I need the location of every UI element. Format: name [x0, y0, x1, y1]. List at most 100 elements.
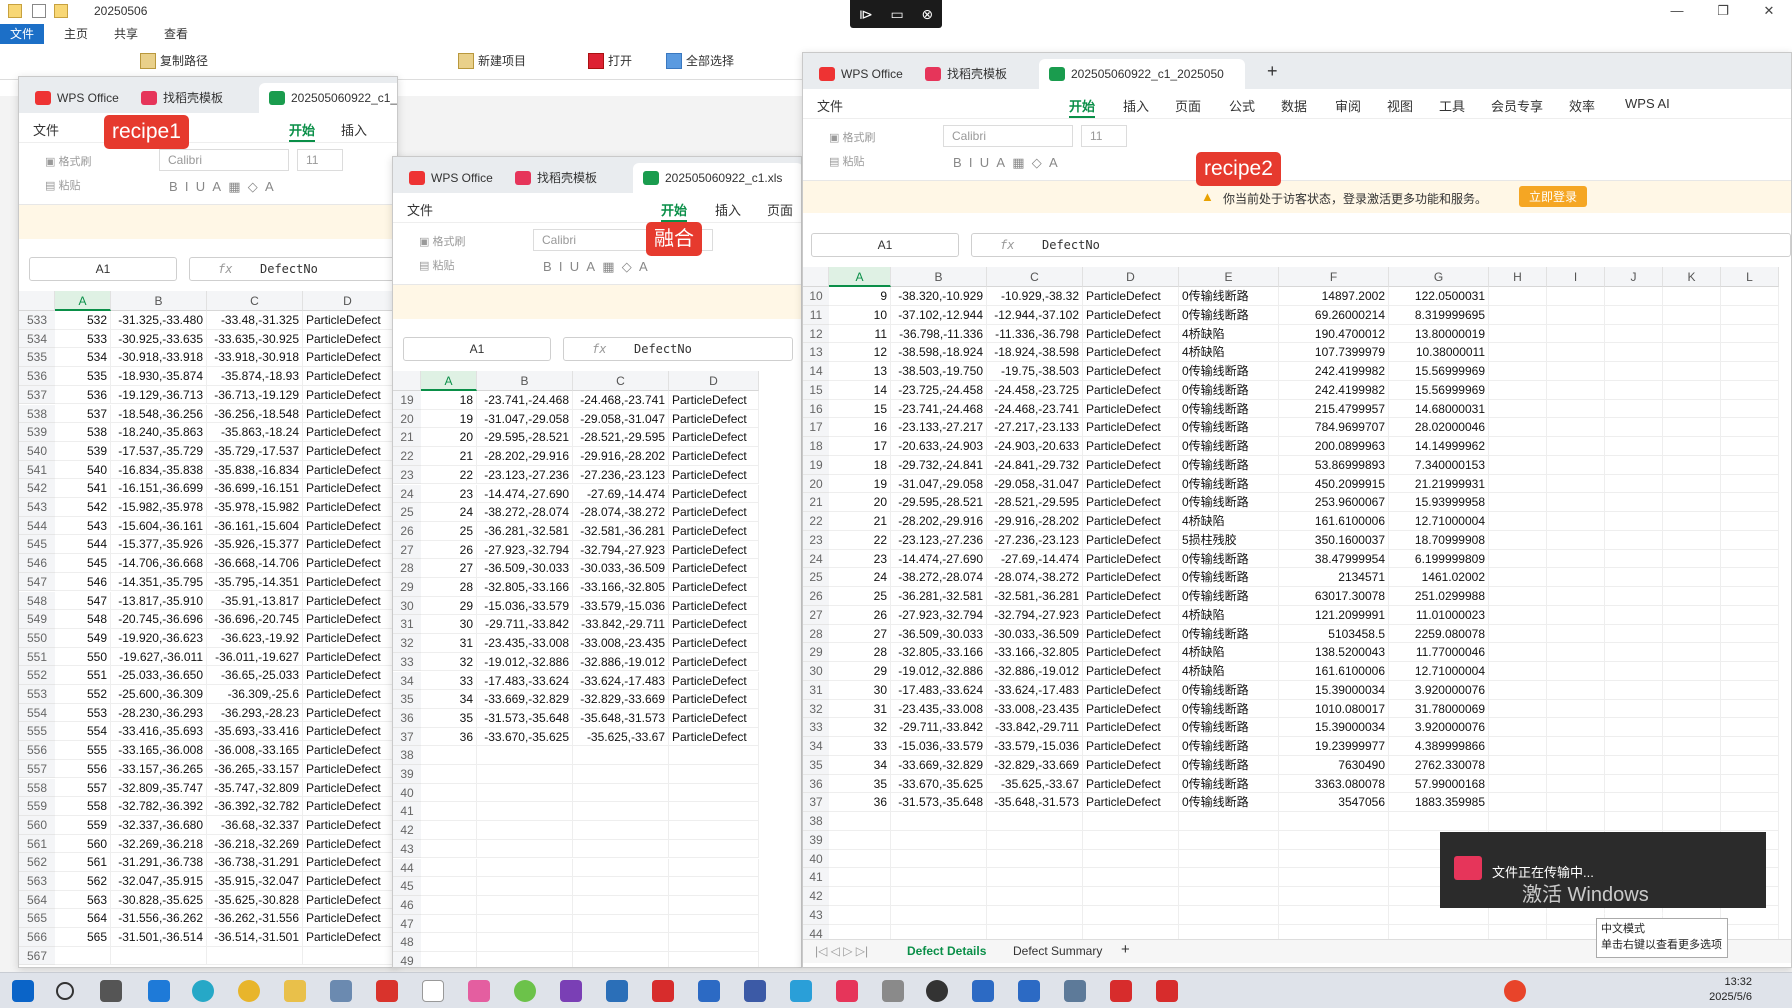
table-cell[interactable]: -35.874,-18.93	[207, 367, 303, 386]
row-header[interactable]: 13	[803, 343, 829, 362]
table-cell[interactable]: 556	[55, 759, 111, 779]
table-cell[interactable]	[1279, 887, 1389, 906]
table-cell[interactable]	[1721, 680, 1779, 700]
table-cell[interactable]	[1663, 624, 1721, 644]
table-cell[interactable]: ParticleDefect	[1083, 455, 1179, 475]
tab-file[interactable]: 文件	[0, 24, 45, 44]
table-cell[interactable]: ParticleDefect	[669, 484, 759, 504]
table-cell[interactable]	[1721, 418, 1779, 437]
table-cell[interactable]: -29.595,-28.521	[477, 428, 573, 448]
table-cell[interactable]	[669, 839, 759, 859]
row-header[interactable]: 15	[803, 380, 829, 400]
table-cell[interactable]	[669, 952, 759, 967]
table-cell[interactable]: 14.14999962	[1389, 437, 1489, 456]
table-cell[interactable]: -29.595,-28.521	[891, 493, 987, 512]
table-cell[interactable]	[891, 812, 987, 831]
table-cell[interactable]: 28.02000046	[1389, 418, 1489, 437]
table-cell[interactable]	[829, 849, 891, 869]
row-header[interactable]: 31	[393, 615, 421, 635]
new-folder-icon[interactable]	[54, 4, 68, 18]
row-header[interactable]: 33	[393, 652, 421, 672]
row-header[interactable]: 14	[803, 362, 829, 381]
table-cell[interactable]: 21.21999931	[1389, 474, 1489, 494]
table-cell[interactable]: -14.474,-27.690	[891, 549, 987, 569]
table-cell[interactable]: ParticleDefect	[1083, 493, 1179, 512]
table-cell[interactable]	[1605, 718, 1663, 737]
table-cell[interactable]: 0传输线断路	[1179, 774, 1279, 794]
table-cell[interactable]	[1489, 474, 1547, 494]
table-cell[interactable]	[1721, 549, 1779, 569]
table-cell[interactable]: ParticleDefect	[1083, 418, 1179, 437]
wps-icon[interactable]	[1156, 980, 1178, 1002]
table-cell[interactable]	[477, 783, 573, 803]
table-cell[interactable]	[1547, 643, 1605, 662]
table-cell[interactable]: -27.236,-23.123	[573, 465, 669, 485]
table-cell[interactable]: -17.483,-33.624	[477, 671, 573, 691]
table-cell[interactable]: -31.573,-35.648	[477, 708, 573, 728]
table-cell[interactable]: ParticleDefect	[303, 610, 393, 629]
table-cell[interactable]	[477, 802, 573, 822]
table-cell[interactable]	[1663, 512, 1721, 531]
table-cell[interactable]	[987, 887, 1083, 906]
column-header[interactable]: C	[573, 371, 669, 391]
table-cell[interactable]: 14897.2002	[1279, 287, 1389, 306]
table-cell[interactable]: -33.416,-35.693	[111, 722, 207, 742]
table-cell[interactable]: -36.008,-33.165	[207, 741, 303, 760]
table-cell[interactable]: -36.262,-31.556	[207, 909, 303, 929]
table-cell[interactable]: -33.670,-35.625	[891, 774, 987, 794]
table-cell[interactable]	[1547, 662, 1605, 681]
row-header[interactable]: 45	[393, 877, 421, 896]
table-cell[interactable]: 555	[55, 741, 111, 760]
table-cell[interactable]: -36.713,-19.129	[207, 385, 303, 405]
row-header[interactable]: 23	[803, 530, 829, 550]
name-box[interactable]: A1	[403, 337, 551, 361]
column-header[interactable]: A	[421, 371, 477, 391]
table-cell[interactable]: 1010.080017	[1279, 699, 1389, 719]
table-cell[interactable]	[1721, 699, 1779, 719]
column-header[interactable]: B	[111, 291, 207, 311]
table-cell[interactable]	[1721, 287, 1779, 306]
table-cell[interactable]: 3.920000076	[1389, 680, 1489, 700]
table-cell[interactable]	[1605, 680, 1663, 700]
table-cell[interactable]	[669, 802, 759, 822]
menu-home[interactable]: 开始	[661, 200, 688, 222]
table-cell[interactable]: -33.669,-32.829	[477, 690, 573, 709]
table-cell[interactable]: -36.218,-32.269	[207, 834, 303, 854]
row-header[interactable]: 49	[393, 952, 421, 967]
table-cell[interactable]: -36.293,-28.23	[207, 703, 303, 723]
table-cell[interactable]: -35.648,-31.573	[573, 708, 669, 728]
table-cell[interactable]	[1663, 699, 1721, 719]
table-cell[interactable]	[1663, 643, 1721, 662]
table-cell[interactable]: 18.70999908	[1389, 530, 1489, 550]
column-header[interactable]: A	[829, 267, 891, 287]
folder-icon[interactable]	[284, 980, 306, 1002]
row-header[interactable]: 36	[803, 774, 829, 794]
row-header[interactable]: 29	[393, 578, 421, 597]
notepad-icon[interactable]	[422, 980, 444, 1002]
table-cell[interactable]: 242.4199982	[1279, 362, 1389, 381]
row-header[interactable]: 36	[393, 708, 421, 728]
tab-share[interactable]: 共享	[104, 24, 148, 44]
column-header[interactable]: L	[1721, 267, 1779, 287]
table-cell[interactable]	[1605, 605, 1663, 625]
table-cell[interactable]	[1721, 324, 1779, 344]
row-header[interactable]: 20	[803, 474, 829, 494]
table-cell[interactable]: -33.624,-17.483	[573, 671, 669, 691]
app-icon[interactable]	[514, 980, 536, 1002]
table-cell[interactable]: ParticleDefect	[303, 498, 393, 517]
table-cell[interactable]: ParticleDefect	[303, 385, 393, 405]
table-cell[interactable]: -23.741,-24.468	[477, 391, 573, 410]
table-cell[interactable]	[1605, 287, 1663, 306]
table-cell[interactable]: -32.829,-33.669	[573, 690, 669, 709]
table-cell[interactable]: 543	[55, 516, 111, 536]
table-cell[interactable]	[421, 858, 477, 878]
table-cell[interactable]: -25.033,-36.650	[111, 666, 207, 685]
table-cell[interactable]: 11	[829, 324, 891, 344]
table-cell[interactable]	[1721, 812, 1779, 831]
paste-button[interactable]: ▤ 粘贴	[829, 153, 864, 169]
table-cell[interactable]: -35.838,-16.834	[207, 460, 303, 480]
start-icon[interactable]	[12, 980, 34, 1002]
table-cell[interactable]	[1605, 474, 1663, 494]
table-cell[interactable]: -27.923,-32.794	[891, 605, 987, 625]
row-header[interactable]: 553	[19, 685, 55, 704]
